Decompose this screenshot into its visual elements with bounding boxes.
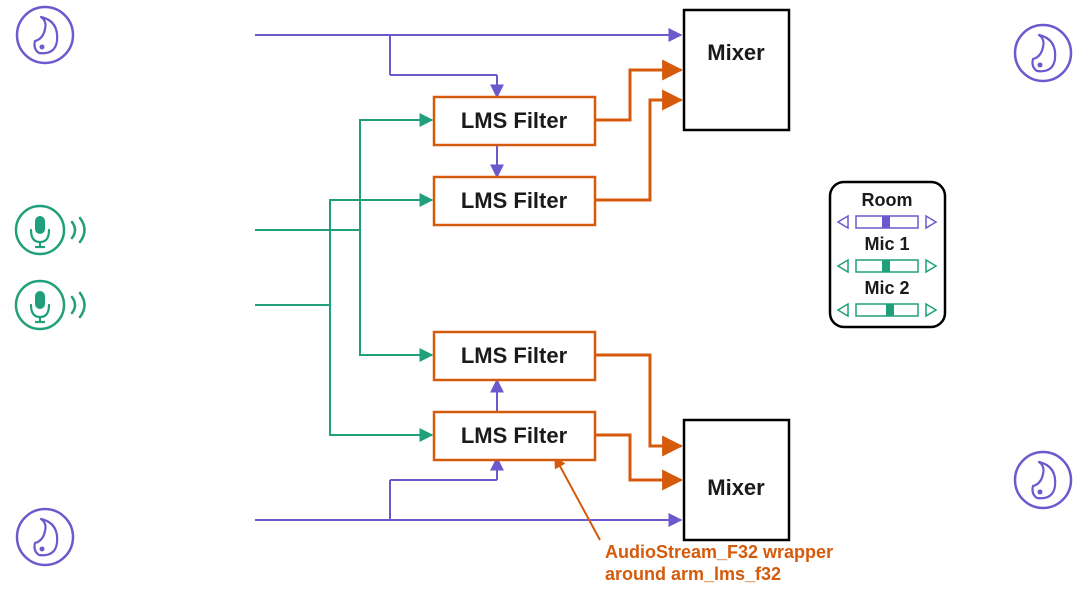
lms-filter-2-label: LMS Filter: [461, 188, 568, 213]
lms-filter-4-label: LMS Filter: [461, 423, 568, 448]
mic2-icon: [16, 281, 85, 329]
line-mic1-to-f1: [360, 120, 432, 230]
line-f4-to-mixer: [595, 435, 681, 480]
lms-filter-4-box: LMS Filter: [434, 412, 595, 460]
control-panel: Room Mic 1 Mic 2: [830, 182, 945, 327]
hearing-aid-top-left-icon: [17, 7, 73, 63]
line-f3-to-mixer: [595, 355, 681, 446]
lms-filter-3-label: LMS Filter: [461, 343, 568, 368]
mixer-top-label: Mixer: [707, 40, 765, 65]
line-f2-to-mixer: [595, 100, 681, 200]
hearing-aid-bottom-left-icon: [17, 509, 73, 565]
mixer-bottom-box: Mixer: [684, 420, 789, 540]
hearing-aid-top-right-icon: [1015, 25, 1071, 81]
mixer-bottom-label: Mixer: [707, 475, 765, 500]
lms-filter-3-box: LMS Filter: [434, 332, 595, 380]
panel-room-label: Room: [862, 190, 913, 210]
mixer-top-box: Mixer: [684, 10, 789, 130]
annotation-line1: AudioStream_F32 wrapper: [605, 542, 833, 562]
annotation-pointer: [555, 457, 600, 540]
line-mic2-to-f2: [330, 200, 432, 305]
panel-mic2-label: Mic 2: [864, 278, 909, 298]
mic1-icon: [16, 206, 85, 254]
lms-filter-1-box: LMS Filter: [434, 97, 595, 145]
hearing-aid-bottom-right-icon: [1015, 452, 1071, 508]
line-mic2-to-f4: [330, 305, 432, 435]
annotation-line2: around arm_lms_f32: [605, 564, 781, 584]
line-mic1-to-f3: [360, 230, 432, 355]
lms-filter-2-box: LMS Filter: [434, 177, 595, 225]
panel-mic1-label: Mic 1: [864, 234, 909, 254]
line-f1-to-mixer: [595, 70, 681, 120]
lms-filter-1-label: LMS Filter: [461, 108, 568, 133]
